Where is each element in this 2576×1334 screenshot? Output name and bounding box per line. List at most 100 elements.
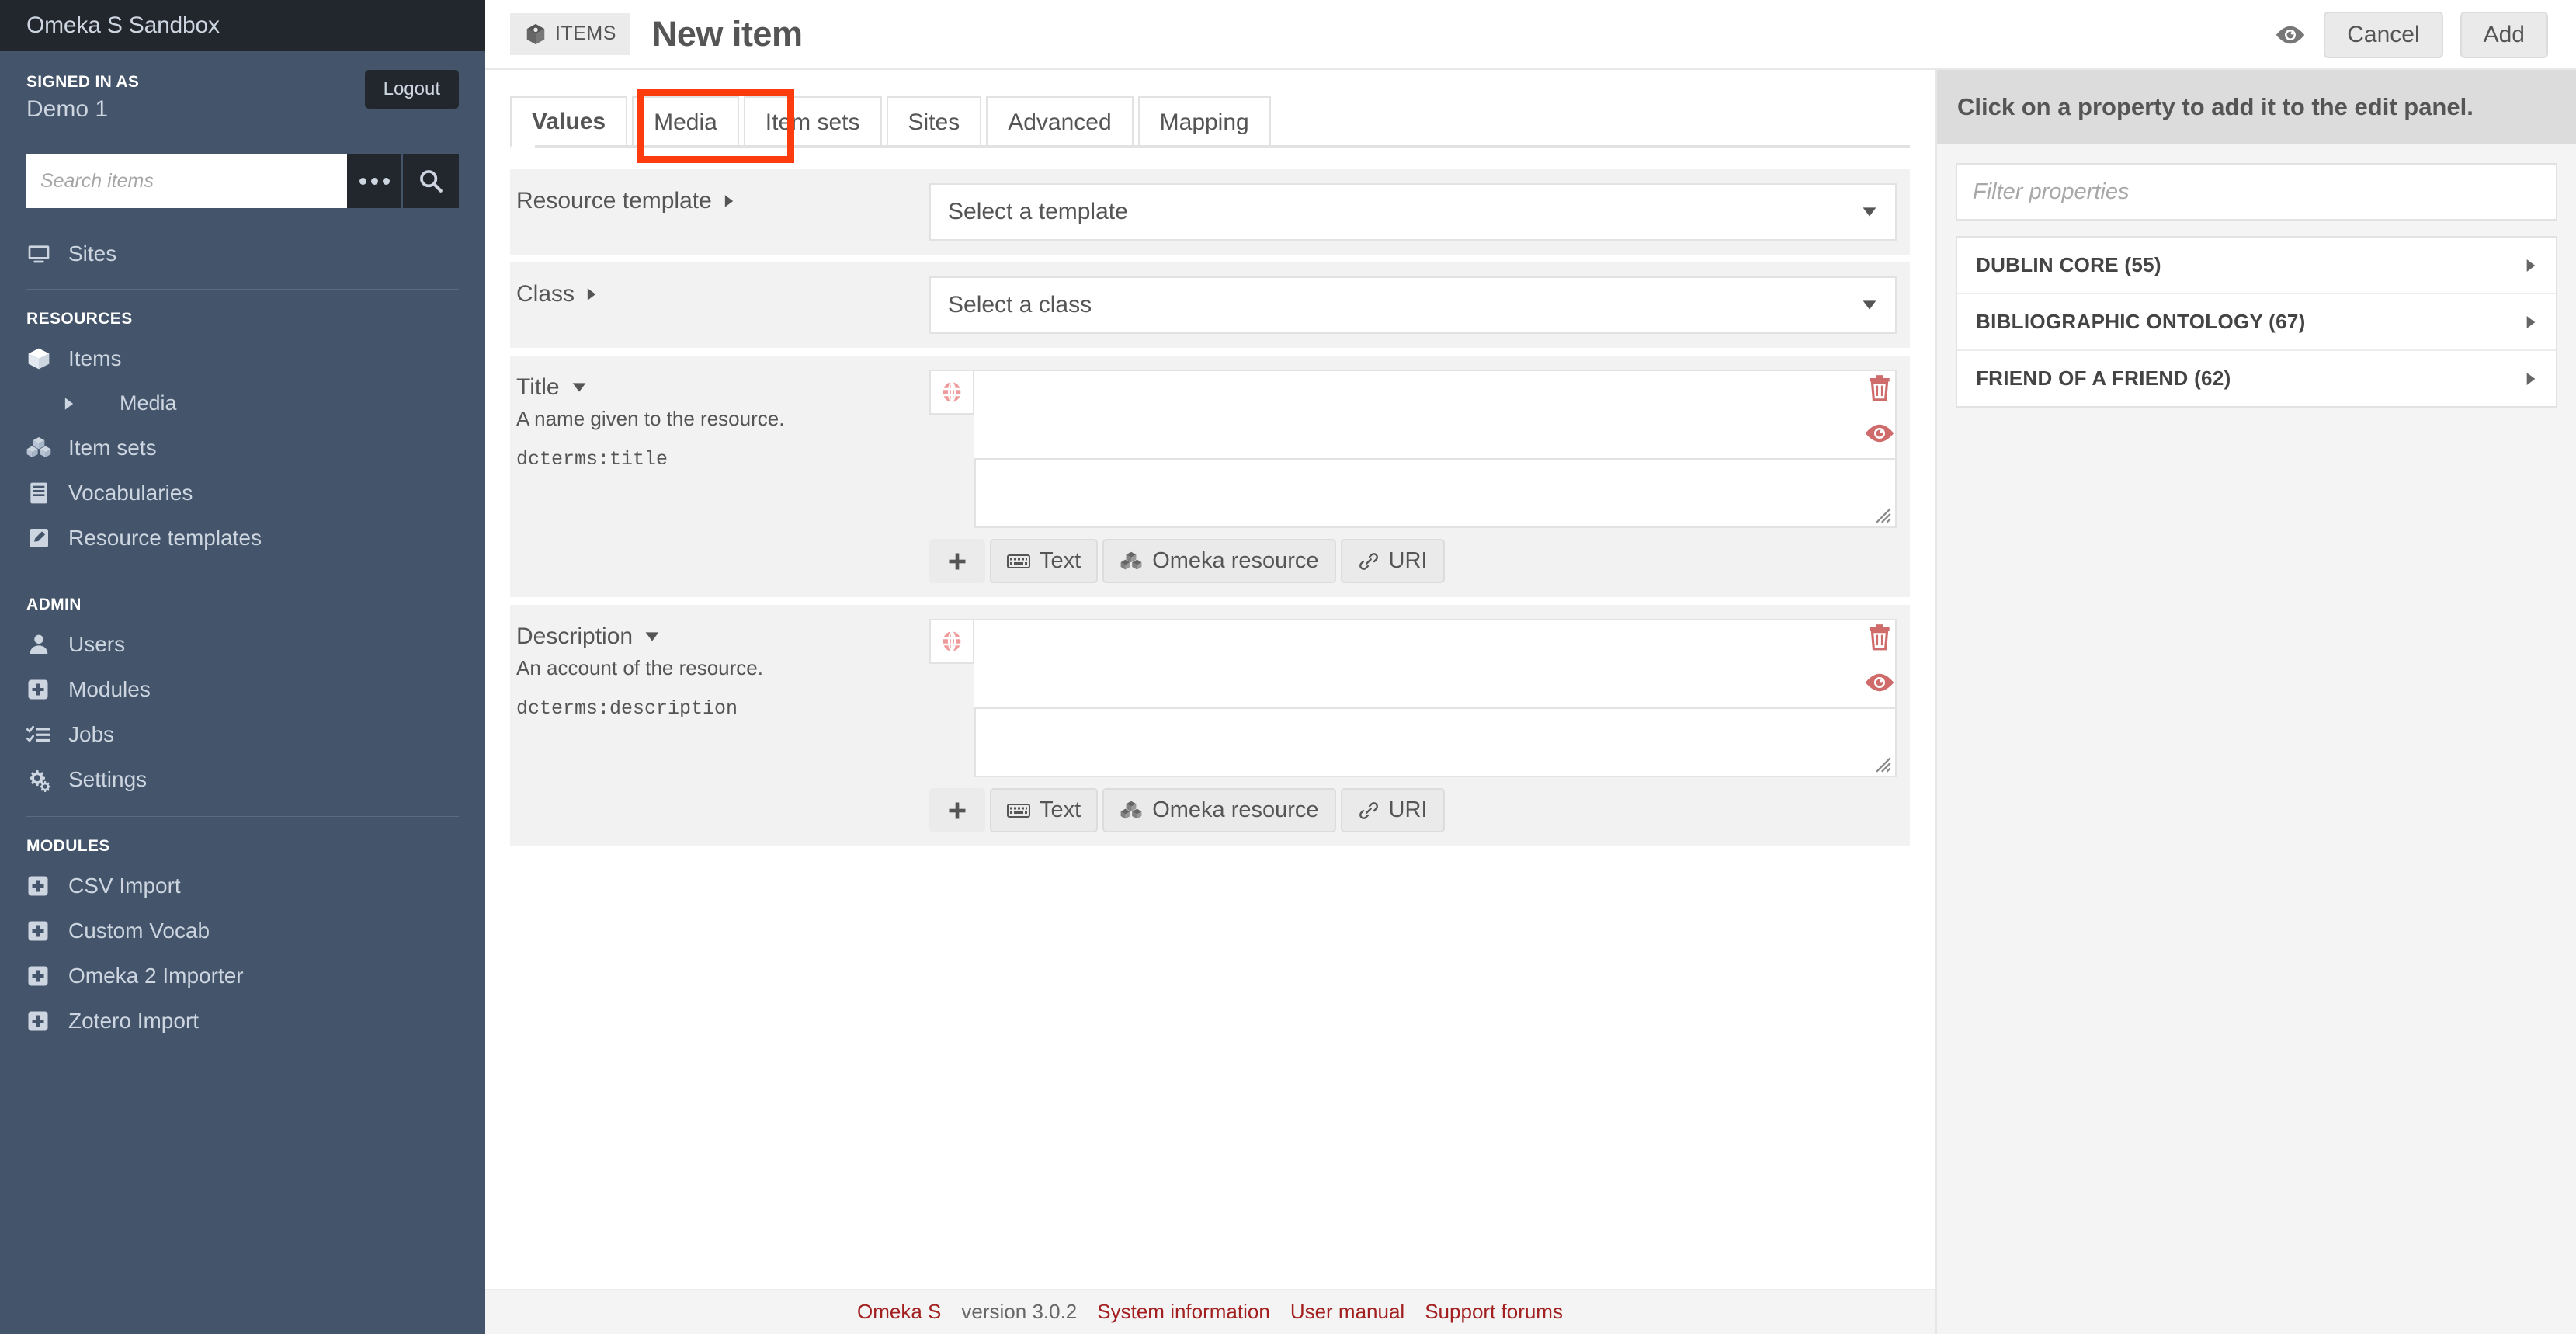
title-add-value-button[interactable]	[929, 539, 985, 583]
tab-item-sets[interactable]: Item sets	[743, 96, 882, 148]
sidebar-item-users[interactable]: Users	[0, 622, 485, 667]
vocabulary-item-dublin-core[interactable]: DUBLIN CORE (55)	[1957, 238, 2556, 294]
property-panel-heading: Click on a property to add it to the edi…	[1937, 70, 2576, 144]
footer-brand[interactable]: Omeka S	[857, 1300, 941, 1324]
keyboard-icon	[1007, 803, 1030, 818]
footer-link-user-manual[interactable]: User manual	[1290, 1300, 1404, 1324]
title-language-button[interactable]	[929, 370, 974, 415]
search-input[interactable]	[26, 154, 347, 208]
title-uri-button[interactable]: URI	[1340, 539, 1445, 583]
button-label: Omeka resource	[1152, 797, 1319, 822]
trash-icon	[1870, 624, 1890, 651]
footer-link-support-forums[interactable]: Support forums	[1425, 1300, 1563, 1324]
vocabulary-item-friend-of-a-friend[interactable]: FRIEND OF A FRIEND (62)	[1957, 351, 2556, 406]
field-label-text: Resource template	[516, 188, 712, 214]
nav-heading-admin: ADMIN	[26, 596, 82, 613]
title-value-textarea-lower[interactable]	[974, 460, 1897, 528]
sidebar-item-resource-templates[interactable]: Resource templates	[0, 516, 485, 561]
vocabulary-list: DUBLIN CORE (55) BIBLIOGRAPHIC ONTOLOGY …	[1956, 236, 2557, 408]
logout-button[interactable]: Logout	[364, 70, 459, 109]
description-delete-button[interactable]	[1865, 622, 1894, 651]
cube-icon	[526, 23, 545, 44]
sidebar-item-custom-vocab[interactable]: Custom Vocab	[0, 908, 485, 954]
sidebar-item-jobs[interactable]: Jobs	[0, 712, 485, 757]
nav-heading-resources: RESOURCES	[26, 310, 133, 328]
sidebar-item-settings[interactable]: Settings	[0, 757, 485, 802]
tab-advanced[interactable]: Advanced	[986, 96, 1134, 148]
sidebar-item-label: Modules	[68, 677, 151, 701]
caret-right-icon[interactable]	[723, 194, 735, 208]
vocabulary-label: BIBLIOGRAPHIC ONTOLOGY (67)	[1976, 310, 2306, 333]
title-text-button[interactable]: Text	[990, 539, 1099, 583]
description-value-textarea[interactable]	[974, 619, 1897, 709]
resize-handle[interactable]	[1875, 756, 1892, 773]
center-column: Values Media Item sets Sites Advanced Ma…	[485, 70, 1935, 1334]
sidebar-item-zotero-import[interactable]: Zotero Import	[0, 999, 485, 1044]
description-label: Description	[516, 624, 929, 650]
globe-icon	[943, 380, 961, 404]
tab-values[interactable]: Values	[510, 96, 628, 148]
tab-media[interactable]: Media	[632, 96, 739, 148]
resize-handle[interactable]	[1875, 507, 1892, 524]
resource-class-select[interactable]: Select a class	[929, 276, 1897, 334]
cubes-icon	[1120, 801, 1142, 818]
tab-sites[interactable]: Sites	[886, 96, 982, 148]
top-bar-actions: Cancel Add	[2274, 0, 2548, 70]
preview-button[interactable]	[2274, 23, 2307, 47]
eye-icon	[2276, 26, 2305, 44]
add-button[interactable]: Add	[2460, 12, 2548, 58]
caret-right-icon	[2525, 258, 2537, 273]
plus-icon	[949, 553, 966, 569]
title-omeka-resource-button[interactable]: Omeka resource	[1102, 539, 1336, 583]
tab-label: Item sets	[765, 109, 860, 135]
nav-divider	[26, 289, 459, 290]
sidebar-item-item-sets[interactable]: Item sets	[0, 426, 485, 471]
tab-bar: Values Media Item sets Sites Advanced Ma…	[510, 89, 1935, 163]
cancel-button[interactable]: Cancel	[2324, 12, 2443, 58]
description-add-value-button[interactable]	[929, 788, 985, 832]
tab-mapping[interactable]: Mapping	[1137, 96, 1271, 148]
description-visibility-button[interactable]	[1863, 672, 1896, 693]
description-omeka-resource-button[interactable]: Omeka resource	[1102, 788, 1336, 832]
resource-class-label: Class	[516, 281, 929, 307]
sidebar-item-items[interactable]: Items	[0, 336, 485, 381]
search-button[interactable]	[403, 154, 459, 208]
site-title[interactable]: Omeka S Sandbox	[26, 12, 220, 39]
vocabulary-item-bibliographic-ontology[interactable]: BIBLIOGRAPHIC ONTOLOGY (67)	[1957, 294, 2556, 351]
sidebar-item-sites[interactable]: Sites	[0, 231, 485, 276]
caret-right-icon	[2525, 314, 2537, 330]
advanced-search-button[interactable]	[347, 154, 403, 208]
title-term: dcterms:title	[516, 448, 668, 471]
description-uri-button[interactable]: URI	[1340, 788, 1445, 832]
title-value-textarea[interactable]	[974, 370, 1897, 460]
sidebar-item-vocabularies[interactable]: Vocabularies	[0, 471, 485, 516]
caret-right-icon	[2525, 371, 2537, 387]
title-visibility-button[interactable]	[1863, 422, 1896, 444]
field-label-text: Class	[516, 281, 575, 307]
sidebar-item-omeka-2-importer[interactable]: Omeka 2 Importer	[0, 954, 485, 999]
caret-down-icon[interactable]	[644, 631, 661, 642]
monitor-icon	[26, 241, 57, 266]
footer-link-system-information[interactable]: System information	[1097, 1300, 1270, 1324]
sidebar-item-media[interactable]: Media	[0, 381, 485, 426]
button-label: URI	[1388, 548, 1428, 573]
resource-template-select[interactable]: Select a template	[929, 183, 1897, 241]
caret-right-icon[interactable]	[585, 287, 598, 301]
filter-properties-input[interactable]	[1956, 163, 2557, 221]
title-delete-button[interactable]	[1865, 373, 1894, 402]
sidebar-item-modules[interactable]: Modules	[0, 667, 485, 712]
description-language-button[interactable]	[929, 619, 974, 664]
title-label-col: Title A name given to the resource. dcte…	[510, 356, 929, 597]
sidebar-item-csv-import[interactable]: CSV Import	[0, 863, 485, 908]
property-panel-body: DUBLIN CORE (55) BIBLIOGRAPHIC ONTOLOGY …	[1937, 144, 2576, 426]
cube-icon	[26, 346, 57, 371]
tasks-icon	[26, 722, 57, 747]
vocabulary-label: DUBLIN CORE (55)	[1976, 253, 2161, 276]
caret-down-icon[interactable]	[571, 382, 588, 393]
description-text-button[interactable]: Text	[990, 788, 1099, 832]
description-value-textarea-lower[interactable]	[974, 709, 1897, 777]
eye-icon	[1865, 424, 1894, 443]
tab-label: Values	[532, 109, 606, 134]
breadcrumb[interactable]: ITEMS	[510, 12, 630, 55]
sidebar-item-label: Settings	[68, 767, 148, 791]
